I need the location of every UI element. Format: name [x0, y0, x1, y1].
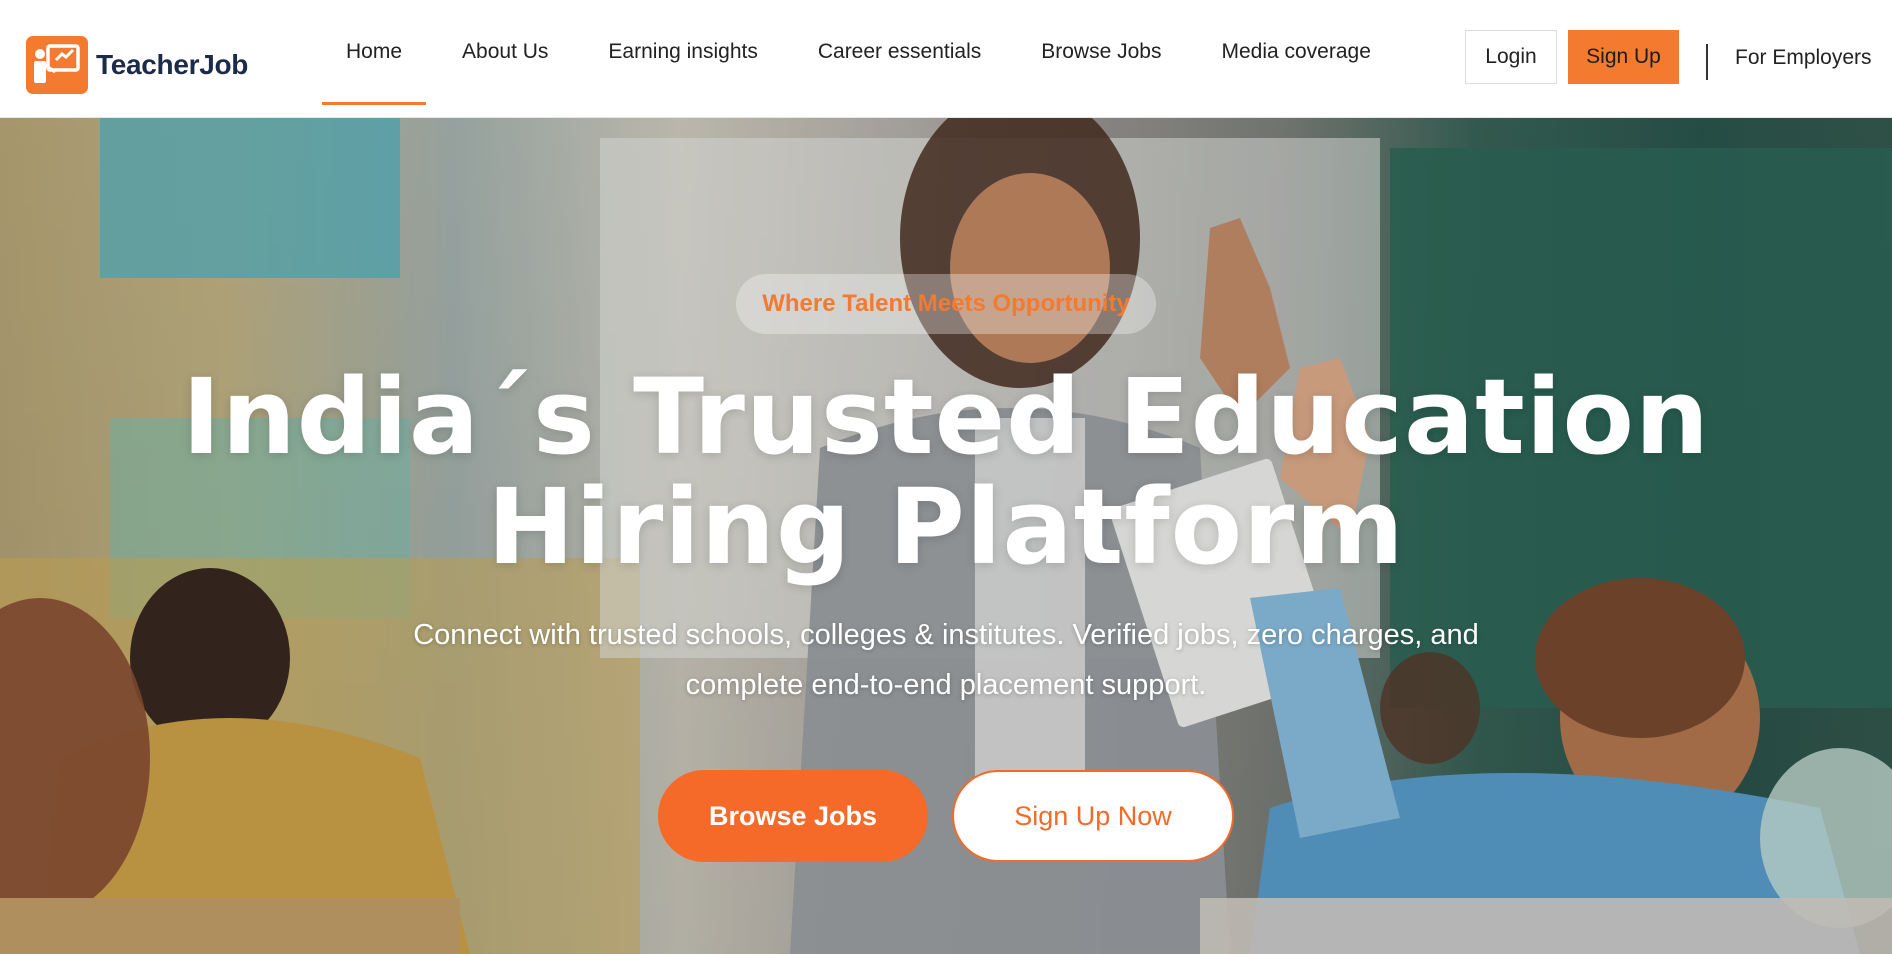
for-employers-link[interactable]: For Employers [1735, 46, 1872, 70]
nav-item-media-coverage[interactable]: Media coverage [1197, 0, 1394, 118]
browse-jobs-button[interactable]: Browse Jobs [658, 770, 928, 862]
hero-section: Where Talent Meets Opportunity India´s T… [0, 118, 1892, 954]
brand-logo-link[interactable]: TeacherJob [26, 36, 248, 94]
nav-item-browse-jobs[interactable]: Browse Jobs [1017, 0, 1185, 118]
nav-item-earning-insights[interactable]: Earning insights [584, 0, 781, 118]
hero-tagline: Where Talent Meets Opportunity [736, 274, 1156, 334]
signup-button[interactable]: Sign Up [1568, 30, 1679, 84]
sign-up-now-button[interactable]: Sign Up Now [952, 770, 1234, 862]
main-nav: Home About Us Earning insights Career es… [322, 0, 1407, 118]
header-divider [1706, 44, 1708, 80]
teacher-at-board-icon [26, 36, 88, 94]
hero-headline: India´s Trusted Education Hiring Platfor… [182, 356, 1710, 588]
site-header: TeacherJob Home About Us Earning insight… [0, 0, 1892, 118]
brand-name: TeacherJob [96, 49, 249, 80]
nav-item-career-essentials[interactable]: Career essentials [794, 0, 1005, 118]
nav-item-about-us[interactable]: About Us [438, 0, 572, 118]
nav-item-home[interactable]: Home [322, 0, 427, 118]
login-button[interactable]: Login [1465, 30, 1557, 84]
hero-subtext: Connect with trusted schools, colleges &… [413, 619, 1479, 701]
hero-content: Where Talent Meets Opportunity India´s T… [0, 118, 1892, 954]
